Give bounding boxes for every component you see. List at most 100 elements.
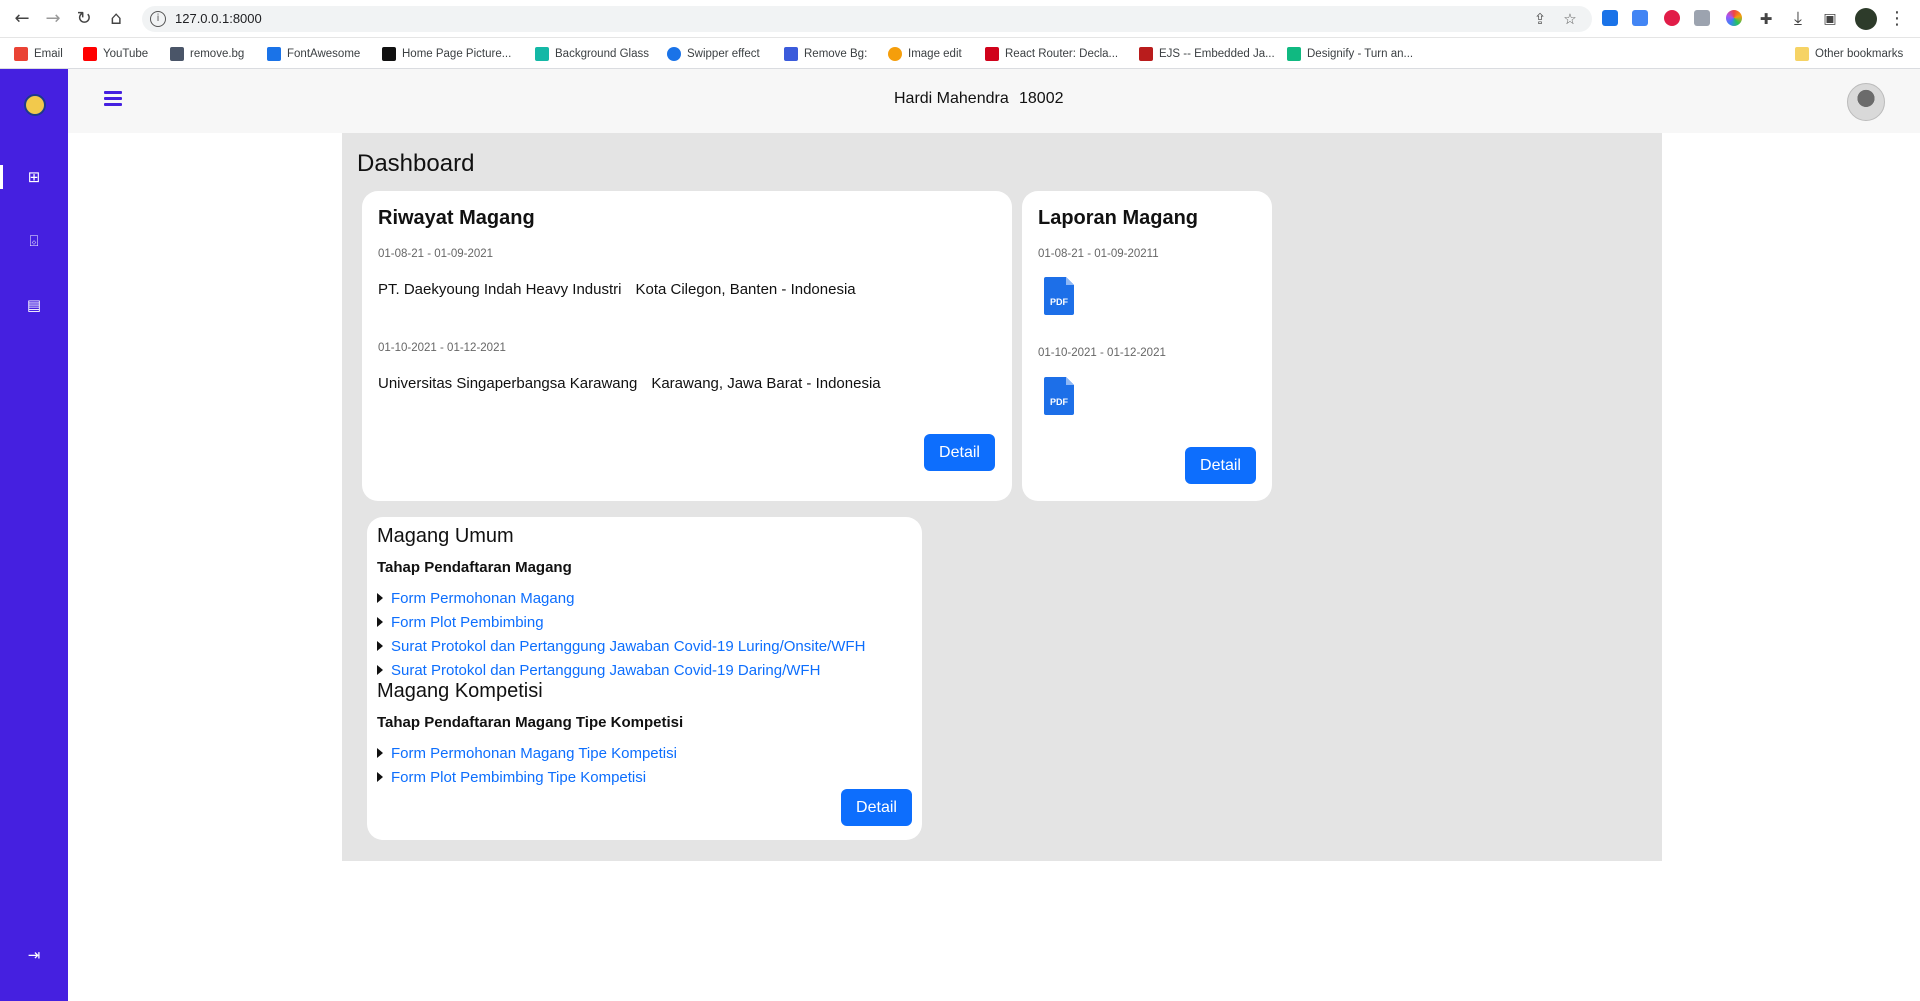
address-url[interactable]: 127.0.0.1:8000: [175, 11, 262, 26]
extension-colorpicker-icon[interactable]: [1726, 10, 1742, 26]
card-title: Riwayat Magang: [378, 207, 535, 229]
logout-icon[interactable]: ⇥: [24, 945, 44, 965]
report-date: 01-10-2021 - 01-12-2021: [1038, 347, 1166, 359]
extension-translate-icon[interactable]: [1632, 10, 1648, 26]
removebg-icon: [170, 47, 184, 61]
back-icon[interactable]: ←: [12, 9, 32, 29]
form-link[interactable]: Form Plot Pembimbing: [391, 614, 544, 631]
bookmark-label: remove.bg: [190, 48, 245, 60]
form-link[interactable]: Form Permohonan Magang Tipe Kompetisi: [391, 745, 677, 762]
flag-icon: [267, 47, 281, 61]
gmail-icon: [14, 47, 28, 61]
hamburger-menu-icon[interactable]: [104, 91, 122, 107]
browser-toolbar: ← → ↻ ⌂ i 127.0.0.1:8000 ⇪ ☆ ✚ ⤓ ▣ ⋮: [0, 0, 1920, 38]
riwayat-detail-button[interactable]: Detail: [924, 434, 995, 471]
image-edit-icon: [888, 47, 902, 61]
user-avatar[interactable]: [1847, 83, 1885, 121]
pdf-file-label: PDF: [1050, 297, 1069, 307]
company-location: Kota Cilegon, Banten - Indonesia: [635, 281, 856, 298]
laporan-magang-card: Laporan Magang 01-08-21 - 01-09-20211 PD…: [1022, 191, 1272, 501]
bookmark-other[interactable]: Other bookmarks: [1795, 46, 1903, 62]
download-icon[interactable]: ⤓: [1788, 9, 1808, 29]
list-item: Form Plot Pembimbing Tipe Kompetisi: [377, 767, 646, 787]
bookmark-home-page[interactable]: Home Page Picture...: [382, 46, 511, 62]
internship-entry: Universitas Singaperbangsa Karawang Karaw…: [378, 375, 881, 392]
bookmark-label: Background Glass: [555, 48, 649, 60]
address-bar[interactable]: i 127.0.0.1:8000 ⇪ ☆: [142, 6, 1592, 32]
forward-icon[interactable]: →: [43, 9, 63, 29]
logo-icon[interactable]: [24, 94, 46, 116]
profile-avatar[interactable]: [1855, 8, 1877, 30]
section-subtitle: Tahap Pendaftaran Magang Tipe Kompetisi: [377, 714, 684, 731]
dashboard-icon[interactable]: ⊞: [24, 167, 44, 187]
react-router-icon: [985, 47, 999, 61]
internship-date: 01-10-2021 - 01-12-2021: [378, 342, 506, 354]
internship-icon[interactable]: ⌺: [24, 231, 44, 251]
list-item: Form Plot Pembimbing: [377, 612, 544, 632]
ejs-icon: [1139, 47, 1153, 61]
bookmark-label: FontAwesome: [287, 48, 361, 60]
caret-right-icon: [377, 748, 383, 758]
list-item: Form Permohonan Magang Tipe Kompetisi: [377, 743, 677, 763]
bookmark-star-icon[interactable]: ☆: [1560, 9, 1580, 29]
form-link[interactable]: Form Plot Pembimbing Tipe Kompetisi: [391, 769, 646, 786]
bookmark-background-glass[interactable]: Background Glass: [535, 46, 649, 62]
sparkle-icon: [1287, 47, 1301, 61]
reload-icon[interactable]: ↻: [74, 9, 94, 29]
form-link[interactable]: Surat Protokol dan Pertanggung Jawaban C…: [391, 638, 865, 655]
bookmark-designify[interactable]: Designify - Turn an...: [1287, 46, 1413, 62]
bookmark-react-router[interactable]: React Router: Decla...: [985, 46, 1118, 62]
magang-info-card: Magang Umum Tahap Pendaftaran Magang For…: [367, 517, 922, 840]
extensions-puzzle-icon[interactable]: ✚: [1756, 9, 1776, 29]
bookmark-fontawesome[interactable]: FontAwesome: [267, 46, 360, 62]
folder-icon: [1795, 47, 1809, 61]
caret-right-icon: [377, 593, 383, 603]
list-item: Form Permohonan Magang: [377, 588, 574, 608]
section-title: Magang Kompetisi: [377, 680, 543, 702]
extension-docs-icon[interactable]: [1602, 10, 1618, 26]
riwayat-magang-card: Riwayat Magang 01-08-21 - 01-09-2021 PT.…: [362, 191, 1012, 501]
sidebar: ⊞ ⌺ ▤ ⇥: [0, 69, 68, 1001]
internship-date: 01-08-21 - 01-09-2021: [378, 248, 494, 260]
bookmark-label: Home Page Picture...: [402, 48, 512, 60]
bookmark-label: EJS -- Embedded Ja...: [1159, 48, 1275, 60]
bookmark-label: Designify - Turn an...: [1307, 48, 1414, 60]
bookmark-removebg[interactable]: remove.bg: [170, 46, 244, 62]
pdf-file-icon[interactable]: PDF: [1044, 277, 1076, 315]
share-icon[interactable]: ⇪: [1530, 9, 1550, 29]
bookmark-youtube[interactable]: YouTube: [83, 46, 148, 62]
extension-screenshot-icon[interactable]: [1694, 10, 1710, 26]
company-name: Universitas Singaperbangsa Karawang: [378, 375, 638, 392]
company-location: Karawang, Jawa Barat - Indonesia: [651, 375, 881, 392]
bookmark-label: Image edit: [908, 48, 962, 60]
triangle-icon: [784, 47, 798, 61]
bookmark-swiper[interactable]: Swipper effect: [667, 46, 760, 62]
page-title: Dashboard: [357, 150, 475, 177]
youtube-icon: [83, 47, 97, 61]
bookmark-remove-bg[interactable]: Remove Bg:: [784, 46, 867, 62]
user-nim: 18002: [1019, 90, 1064, 107]
menu-dots-icon[interactable]: ⋮: [1887, 9, 1907, 29]
bookmark-email[interactable]: Email: [14, 46, 63, 62]
internship-entry: PT. Daekyoung Indah Heavy Industri Kota C…: [378, 281, 856, 298]
form-link[interactable]: Form Permohonan Magang: [391, 590, 574, 607]
card-title: Laporan Magang: [1038, 207, 1199, 229]
form-link[interactable]: Surat Protokol dan Pertanggung Jawaban C…: [391, 662, 820, 679]
company-name: PT. Daekyoung Indah Heavy Industri: [378, 281, 622, 298]
site-info-icon[interactable]: i: [150, 11, 166, 27]
laporan-detail-button[interactable]: Detail: [1185, 447, 1256, 484]
side-panel-icon[interactable]: ▣: [1820, 9, 1840, 29]
section-title: Magang Umum: [377, 525, 514, 547]
extension-opera-icon[interactable]: [1664, 10, 1680, 26]
bookmark-label: React Router: Decla...: [1005, 48, 1119, 60]
bookmark-ejs[interactable]: EJS -- Embedded Ja...: [1139, 46, 1275, 62]
home-icon[interactable]: ⌂: [106, 9, 126, 29]
pdf-file-icon[interactable]: PDF: [1044, 377, 1076, 415]
bookmark-image-edit[interactable]: Image edit: [888, 46, 962, 62]
section-subtitle: Tahap Pendaftaran Magang: [377, 559, 572, 576]
pdf-file-label: PDF: [1050, 397, 1069, 407]
glass-icon: [535, 47, 549, 61]
magang-detail-button[interactable]: Detail: [841, 789, 912, 826]
report-icon[interactable]: ▤: [24, 295, 44, 315]
list-item: Surat Protokol dan Pertanggung Jawaban C…: [377, 636, 865, 656]
